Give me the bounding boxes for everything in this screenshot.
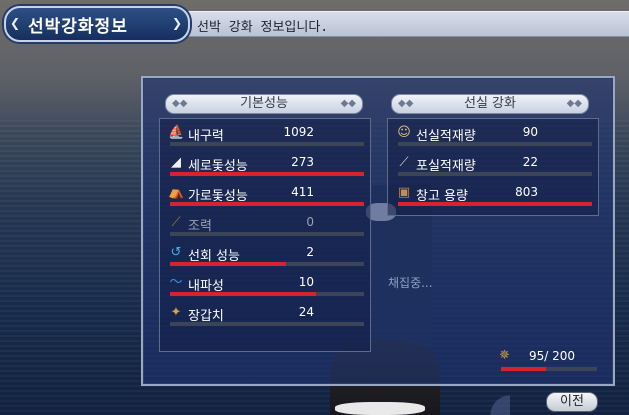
header-ornament-icon: ◆◆ (172, 98, 188, 109)
supply-readout: ✵ 95/ 200 (499, 346, 609, 374)
wave-foam-bottom (335, 402, 425, 415)
corner-ornament (470, 388, 510, 415)
ship-wheel-icon: ✵ (499, 348, 510, 363)
supply-value: 95/ 200 (529, 349, 576, 363)
stat-bar (170, 172, 364, 176)
stat-value: 2 (306, 245, 314, 259)
cabin-row-crew: ☺ 선실적재량 90 (392, 121, 594, 149)
square-sail-icon: ⛺ (168, 185, 185, 200)
basic-performance-header: ◆◆ 기본성능 ◆◆ (165, 94, 363, 114)
stat-bar-fill (170, 292, 316, 296)
supply-bar-fill (501, 367, 547, 371)
stat-bar (170, 142, 364, 146)
stat-bar-fill (170, 262, 287, 266)
stat-row-armor: ✦ 장갑치 24 (164, 301, 366, 329)
stat-bar (170, 202, 364, 206)
cabin-bar (398, 142, 592, 146)
stat-bar (170, 262, 364, 266)
cabin-row-cargo: ▣ 창고 용량 803 (392, 181, 594, 209)
stat-row-rowing: ⟋ 조력 0 (164, 211, 366, 239)
stat-row-durability: ⛵ 내구력 1092 (164, 121, 366, 149)
prev-button[interactable]: 이전 (546, 392, 598, 412)
stat-value: 411 (291, 185, 314, 199)
ship-stats-panel: ◆◆ 기본성능 ◆◆ ◆◆ 선실 강화 ◆◆ ⛵ 내구력 1092 ◢ 세로돛성… (141, 76, 615, 386)
stat-value: 10 (298, 275, 314, 289)
stat-row-turning: ↺ 선회 성능 2 (164, 241, 366, 269)
basic-performance-title: 기본성능 (240, 96, 288, 111)
cargo-sack-icon: ▣ (397, 185, 411, 200)
cabin-bar (398, 202, 592, 206)
stat-bar (170, 232, 364, 236)
stat-bar (170, 292, 364, 296)
basic-performance-list: ⛵ 내구력 1092 ◢ 세로돛성능 273 ⛺ 가로돛성능 411 ⟋ 조력 … (159, 118, 371, 352)
stat-row-lateen-sail: ◢ 세로돛성능 273 (164, 151, 366, 179)
cabin-bar-fill (398, 202, 592, 206)
cabin-value: 803 (515, 185, 538, 199)
supply-bar (501, 367, 597, 371)
stat-bar-fill (170, 202, 364, 206)
cabin-bar (398, 172, 592, 176)
stat-row-square-sail: ⛺ 가로돛성능 411 (164, 181, 366, 209)
cabin-upgrade-title: 선실 강화 (464, 96, 516, 111)
oar-icon: ⟋ (171, 215, 181, 230)
cabin-value: 22 (522, 155, 538, 169)
cannon-icon: ⟋ (399, 155, 409, 170)
stat-value: 0 (306, 215, 314, 229)
cabin-upgrade-header: ◆◆ 선실 강화 ◆◆ (391, 94, 589, 114)
header-ornament-icon: ◆◆ (398, 98, 414, 109)
ornament-left-icon: ❮ (10, 16, 21, 30)
page-description: 선박 강화 정보입니다. (197, 20, 329, 35)
ghost-status-text: 채집중... (388, 276, 433, 290)
cabin-value: 90 (522, 125, 538, 139)
stat-value: 1092 (283, 125, 314, 139)
armor-plate-icon: ✦ (170, 305, 182, 320)
stat-value: 273 (291, 155, 314, 169)
header-ornament-icon: ◆◆ (566, 98, 582, 109)
stat-bar-fill (170, 172, 364, 176)
turn-arrow-icon: ↺ (170, 245, 182, 260)
page-title: 선박강화정보 (28, 17, 128, 37)
ornament-right-icon: ❯ (172, 16, 183, 30)
wave-icon: 〜 (169, 275, 183, 290)
cabin-upgrade-list: ☺ 선실적재량 90 ⟋ 포실적재량 22 ▣ 창고 용량 803 (387, 118, 599, 216)
stat-value: 24 (298, 305, 314, 319)
sailor-icon: ☺ (397, 125, 411, 140)
stat-row-wave-resistance: 〜 내파성 10 (164, 271, 366, 299)
title-badge: ❮ 선박강화정보 ❯ (4, 6, 190, 42)
hull-shield-icon: ⛵ (168, 125, 185, 140)
lateen-sail-icon: ◢ (171, 155, 181, 170)
stat-bar (170, 322, 364, 326)
cabin-row-cannon: ⟋ 포실적재량 22 (392, 151, 594, 179)
title-bar: ❮ 선박강화정보 ❯ 선박 강화 정보입니다. (0, 4, 629, 42)
header-ornament-icon: ◆◆ (340, 98, 356, 109)
